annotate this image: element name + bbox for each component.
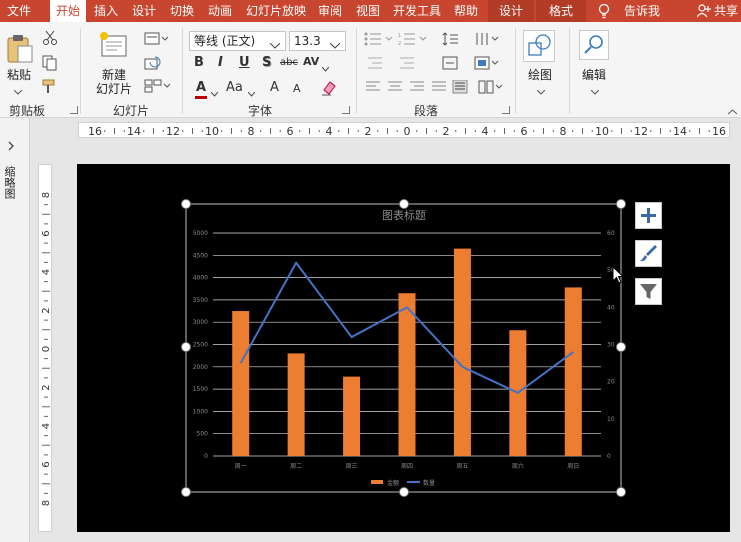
- resize-handle: [181, 199, 191, 209]
- legend-label: 金额: [387, 479, 399, 487]
- legend-label: 数量: [423, 479, 435, 487]
- bar: [398, 293, 416, 456]
- mouse-cursor-icon: [612, 265, 625, 287]
- x-tick-label: 周一: [235, 463, 247, 470]
- y-left-tick-label: 2000: [193, 364, 208, 371]
- y-right-tick-label: 40: [607, 304, 615, 311]
- bar: [343, 376, 361, 456]
- bar: [287, 353, 305, 456]
- y-left-tick-label: 500: [197, 431, 209, 438]
- y-right-tick-label: 0: [607, 453, 611, 460]
- bar: [232, 311, 250, 456]
- y-left-tick-label: 4500: [193, 252, 208, 259]
- x-tick-label: 周五: [456, 463, 468, 470]
- plus-icon: [641, 208, 656, 223]
- y-right-tick-label: 30: [607, 342, 615, 349]
- resize-handle: [616, 487, 626, 497]
- y-right-tick-label: 60: [607, 230, 615, 237]
- chart-styles-button[interactable]: [635, 240, 662, 267]
- y-left-tick-label: 0: [204, 453, 208, 460]
- resize-handle: [399, 199, 409, 209]
- x-tick-label: 周日: [567, 463, 579, 470]
- y-right-tick-label: 20: [607, 379, 615, 386]
- chart-title: 图表标题: [382, 208, 426, 222]
- chart-elements-button[interactable]: [635, 202, 662, 229]
- legend-swatch: [371, 480, 383, 484]
- bar: [564, 287, 582, 456]
- y-left-tick-label: 1000: [193, 408, 208, 415]
- resize-handle: [616, 199, 626, 209]
- filter-icon: [640, 284, 657, 299]
- y-right-tick-label: 10: [607, 416, 615, 423]
- x-tick-label: 周四: [401, 463, 413, 470]
- y-left-tick-label: 2500: [193, 342, 208, 349]
- resize-handle: [399, 487, 409, 497]
- chart-filters-button[interactable]: [635, 278, 662, 305]
- y-left-tick-label: 5000: [193, 230, 208, 237]
- x-tick-label: 周二: [290, 463, 302, 470]
- paintbrush-icon: [640, 245, 657, 262]
- resize-handle: [616, 342, 626, 352]
- x-tick-label: 周六: [512, 462, 524, 470]
- resize-handle: [181, 342, 191, 352]
- y-left-tick-label: 3000: [193, 319, 208, 326]
- bar: [453, 248, 471, 456]
- x-tick-label: 周三: [346, 463, 358, 470]
- combo-chart[interactable]: 0 500 1000 1500 2000 2500 3000 3500 4000 4500 5000…: [0, 0, 741, 542]
- y-left-tick-label: 1500: [193, 386, 208, 393]
- resize-handle: [181, 487, 191, 497]
- y-left-tick-label: 3500: [193, 297, 208, 304]
- y-left-tick-label: 4000: [193, 275, 208, 282]
